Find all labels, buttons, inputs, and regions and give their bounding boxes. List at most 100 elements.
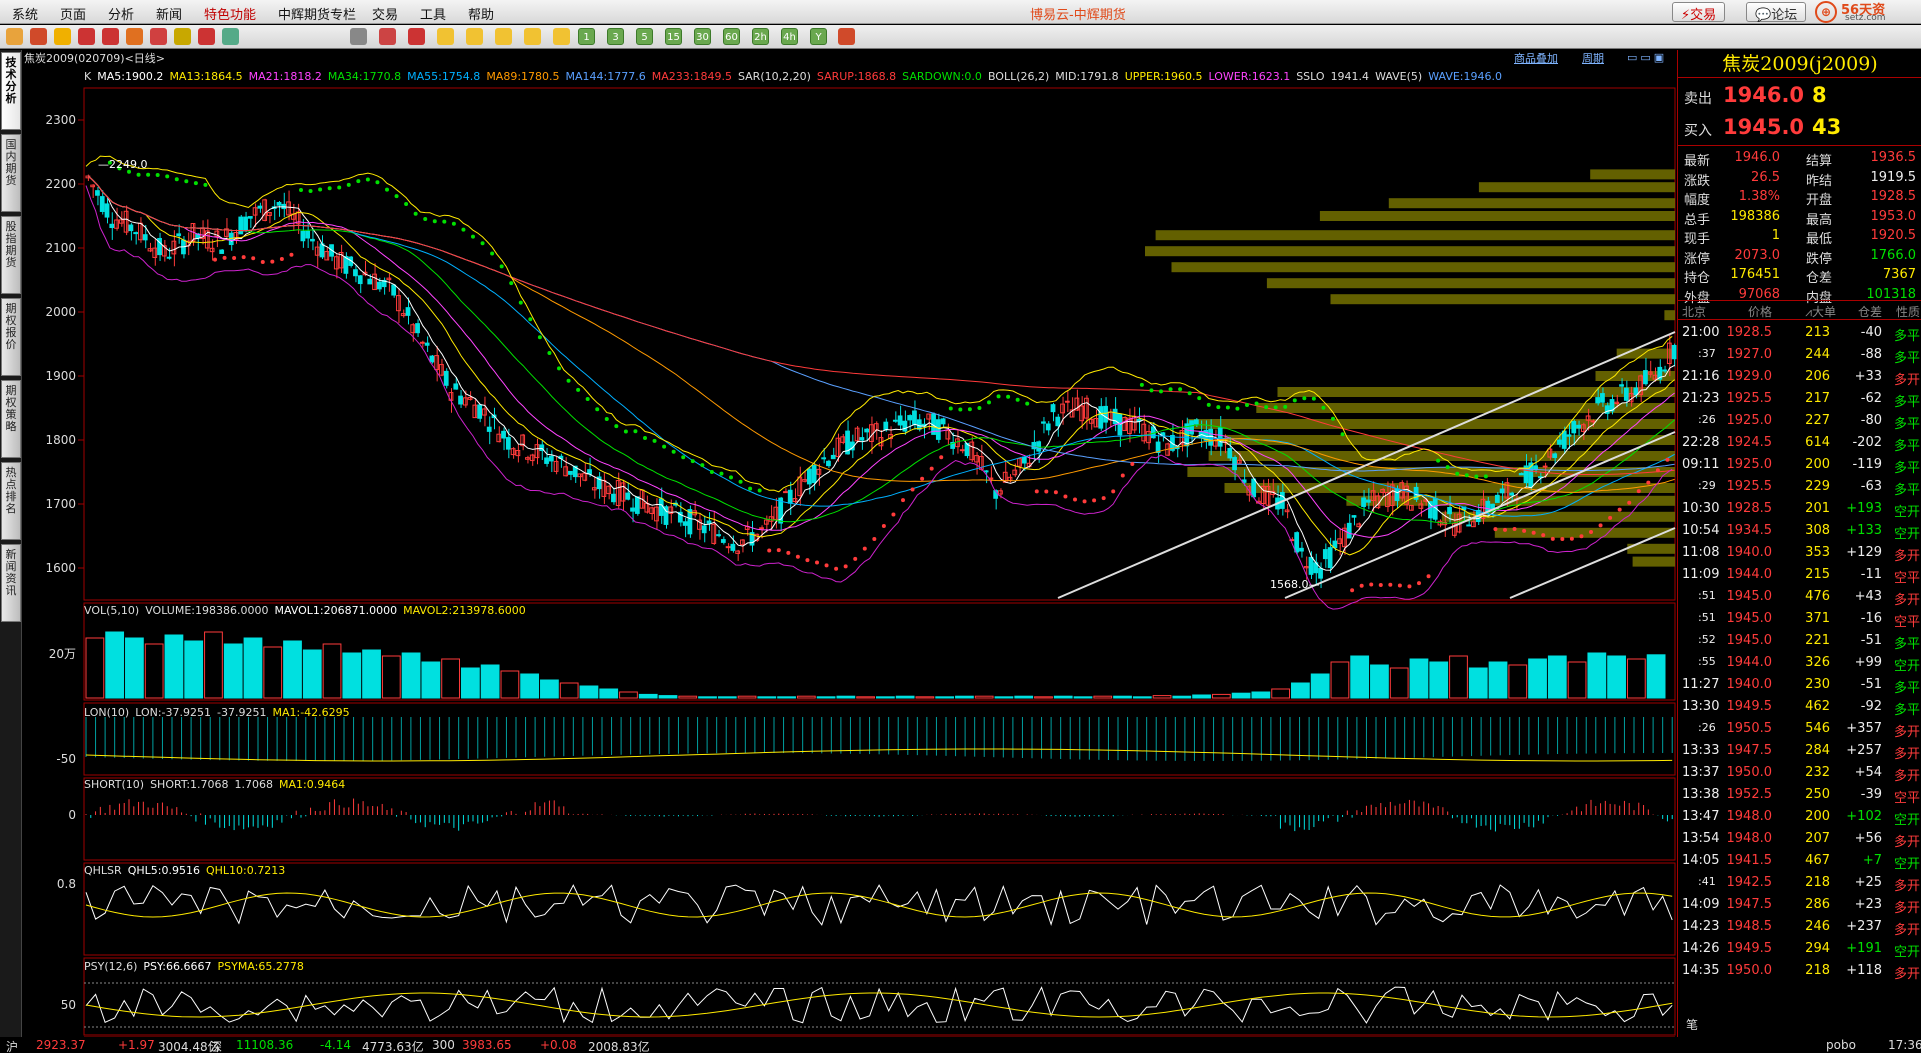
sar-dot <box>901 498 905 503</box>
sar-dot <box>1436 458 1441 463</box>
candle-body <box>1318 567 1323 579</box>
tick-row: 13:47 1948.0 200 +102 空开 <box>1678 806 1921 828</box>
candle-body <box>1351 515 1357 518</box>
volume-bar <box>698 696 717 699</box>
status-item-12: 2008.83亿 <box>588 1040 650 1053</box>
sar-dot <box>279 257 284 262</box>
tick-nature: 多平 <box>1893 681 1920 696</box>
volume-bar <box>658 695 678 699</box>
sar-dot <box>1531 530 1536 535</box>
tick-volume: 284 <box>1805 743 1830 758</box>
candle-body <box>1662 369 1667 372</box>
volume-bar <box>1310 673 1330 699</box>
tick-change: -88 <box>1860 347 1882 362</box>
tick-time: 10:30 <box>1682 501 1720 516</box>
chart-canvas: 2300 2200 2100 2000 1900 1800 1700 1600 —2249.0 1… <box>45 87 1677 1052</box>
status-item-8: 4773.63亿 <box>362 1040 424 1053</box>
volume-bar <box>1468 667 1488 699</box>
ma-line-55 <box>88 175 1675 517</box>
candle-body <box>606 485 612 495</box>
candle-body <box>1193 419 1199 425</box>
sar-dot <box>1550 536 1555 541</box>
tick-nature: 多开 <box>1893 901 1920 916</box>
psy-legend-item-3: PSYMA:65.2778 <box>217 960 304 973</box>
candle-body <box>439 364 444 376</box>
sar-dot <box>327 186 332 191</box>
candle-body <box>634 496 640 514</box>
qhlsr-legend-item-1: QHLSR <box>84 864 122 877</box>
quote-row: 幅度 1.38% 开盘 1928.5 <box>1678 187 1921 208</box>
ask-volume: 8 <box>1812 83 1827 107</box>
candle-body <box>1671 344 1677 360</box>
sar-dot <box>146 172 151 177</box>
chart-window-controls[interactable]: ▭▭▣ <box>1627 51 1667 64</box>
volume-bar <box>283 640 302 699</box>
sar-dot <box>910 487 915 492</box>
candle-body <box>682 521 688 526</box>
sar-dot <box>843 564 848 569</box>
sar-dot <box>929 466 934 471</box>
trend-channel-line-1 <box>1057 331 1676 599</box>
ma-legend-item-9: MA233:1849.5 <box>651 70 732 83</box>
overlay-link[interactable]: 商品叠加 <box>1514 50 1558 66</box>
quote-label: 涨停 <box>1684 251 1711 267</box>
tick-time: :29 <box>1698 479 1716 492</box>
tick-row: 13:37 1950.0 232 +54 多开 <box>1678 762 1921 784</box>
volume-bar <box>1370 664 1389 699</box>
tick-time: :26 <box>1698 413 1716 426</box>
tick-footer-label[interactable]: 笔 <box>1686 1016 1698 1033</box>
sar-dot <box>881 523 886 528</box>
tick-time: 22:28 <box>1682 435 1720 450</box>
tick-volume: 230 <box>1805 677 1830 692</box>
tick-volume: 218 <box>1805 963 1830 978</box>
candle-body <box>486 426 492 432</box>
candle-body <box>1308 556 1314 575</box>
tick-volume: 476 <box>1805 589 1830 604</box>
bid-price: 1945.0 <box>1723 115 1805 139</box>
volume-bar <box>381 655 401 699</box>
tick-row: 22:28 1924.5 614 -202 多平 <box>1678 432 1921 454</box>
quote-label: 幅度 <box>1684 193 1711 208</box>
candle-body <box>1294 532 1300 553</box>
lon-legend-item-3: -37.9251 <box>217 706 267 719</box>
period-link[interactable]: 周期 <box>1582 50 1604 66</box>
tick-change: -119 <box>1852 457 1882 472</box>
candle-body <box>563 466 569 477</box>
sar-dot <box>1598 523 1603 528</box>
volume-bar <box>777 696 796 699</box>
sar-dot <box>776 548 781 553</box>
candle-body <box>826 460 831 467</box>
quote-label: 持仓 <box>1684 271 1711 286</box>
volume-bar <box>1567 661 1587 699</box>
volume-bar <box>263 646 283 699</box>
volume-bar <box>1014 695 1034 699</box>
candle-body <box>611 493 616 503</box>
candle-body <box>505 437 511 450</box>
volume-profile-bar <box>1664 310 1675 321</box>
volume-bar <box>1508 664 1528 699</box>
sar-dot <box>1073 497 1077 502</box>
sar-dot <box>1178 387 1183 392</box>
sar-dot <box>1464 473 1469 478</box>
qhlsr-legend-item-2: QHL5:0.9516 <box>127 864 200 877</box>
candle-body <box>649 507 655 515</box>
lon-legend: LON(10) LON:-37.9251 -37.9251 MA1:-42.6295 <box>84 706 356 719</box>
candle-body <box>1466 524 1472 527</box>
volume-profile-bar <box>1155 230 1675 241</box>
tick-time: :26 <box>1698 721 1716 734</box>
tick-nature: 空平 <box>1893 571 1920 586</box>
price-tick-label: 2000 <box>45 305 76 319</box>
tick-nature: 多开 <box>1893 725 1920 740</box>
candle-body <box>419 341 425 344</box>
tick-row: 13:38 1952.5 250 -39 空平 <box>1678 784 1921 806</box>
candle-body <box>118 219 124 224</box>
ma-legend-item-7: MA89:1780.5 <box>486 70 560 83</box>
candle-body <box>1447 507 1452 515</box>
qhl10-line <box>85 892 1673 918</box>
ma-legend-item-4: MA21:1818.2 <box>248 70 322 83</box>
quote-label: 最高 <box>1806 212 1833 228</box>
volume-bar <box>1409 658 1429 699</box>
sar-dot <box>1139 382 1144 387</box>
tick-time: 21:23 <box>1682 391 1720 406</box>
volume-bar <box>184 640 204 699</box>
